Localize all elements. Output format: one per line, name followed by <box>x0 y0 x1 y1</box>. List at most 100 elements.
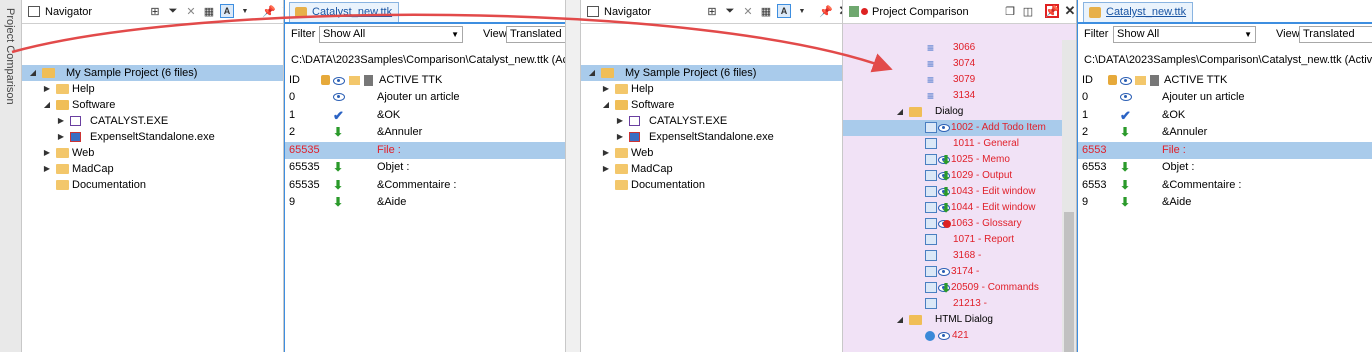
comparison-item-label: 21213 - <box>953 298 987 309</box>
side-tab-project-comparison[interactable]: Project Comparison <box>0 0 22 352</box>
table-row[interactable]: 1 ✔ &OK <box>285 107 565 124</box>
table-row[interactable]: 0 Ajouter un article <box>285 89 565 106</box>
expanded-chevron-icon[interactable]: ◢ <box>895 312 905 328</box>
comparison-item[interactable]: ⬇ 1029 - Output <box>843 168 1063 184</box>
table-row[interactable]: 2 ⬇ &Annuler <box>1078 124 1372 141</box>
left-view-select[interactable]: Translated <box>506 26 565 43</box>
font-icon[interactable]: A <box>220 4 234 18</box>
collapsed-chevron-icon[interactable]: ▶ <box>42 81 52 97</box>
dialog-icon <box>925 234 937 245</box>
pin-icon[interactable]: 📌 <box>819 4 833 18</box>
tree-node[interactable]: ▶ CATALYST.EXE <box>581 113 842 129</box>
expanded-chevron-icon[interactable]: ◢ <box>28 65 38 81</box>
font-icon[interactable]: A <box>777 4 791 18</box>
comparison-item[interactable]: 3168 - <box>843 248 1063 264</box>
tree-structure-icon[interactable]: ⊞ <box>148 4 162 18</box>
close-icon[interactable]: ✕ <box>1063 3 1076 18</box>
tree-node[interactable]: ▶ CATALYST.EXE <box>22 113 283 129</box>
comparison-item[interactable]: ≡ 3066 <box>843 40 1063 56</box>
comparison-item[interactable]: ◢ HTML Dialog <box>843 312 1063 328</box>
tree-node[interactable]: ◢ My Sample Project (6 files) <box>581 65 842 81</box>
right-doc-tab[interactable]: Catalyst_new.ttk <box>1083 2 1194 22</box>
collapsed-chevron-icon[interactable]: ▶ <box>42 145 52 161</box>
collapsed-chevron-icon[interactable]: ▶ <box>615 129 625 145</box>
scrollbar[interactable] <box>1062 40 1076 352</box>
table-row[interactable]: 65535 ⬇ Objet : <box>285 159 565 176</box>
left-document-panel: Catalyst_new.ttk Filter Show All ▼ View … <box>284 0 566 352</box>
tree-node[interactable]: ▶ ExpenseltStandalone.exe <box>22 129 283 145</box>
tree-node[interactable]: ▶ Web <box>22 145 283 161</box>
expanded-chevron-icon[interactable]: ◢ <box>587 65 597 81</box>
dropdown-icon[interactable]: ▼ <box>238 4 252 18</box>
comparison-item[interactable]: 3174 - <box>843 264 1063 280</box>
right-filter-select[interactable]: Show All ▼ <box>1113 26 1256 43</box>
right-view-select[interactable]: Translated <box>1299 26 1372 43</box>
expanded-chevron-icon[interactable]: ◢ <box>601 97 611 113</box>
collapsed-chevron-icon[interactable]: ▶ <box>56 129 66 145</box>
table-row[interactable]: 6553 ⬇ Objet : <box>1078 159 1372 176</box>
table-row[interactable]: 65535 ⬇ &Commentaire : <box>285 177 565 194</box>
copy-icon[interactable]: ❐ <box>1003 4 1017 18</box>
expanded-chevron-icon[interactable]: ◢ <box>895 104 905 120</box>
tree-node[interactable]: Documentation <box>581 177 842 193</box>
comparison-item[interactable]: ⬇ 20509 - Commands <box>843 280 1063 296</box>
filter-icon[interactable]: ⏷ <box>723 4 737 18</box>
grid-icon[interactable]: ▦ <box>202 4 216 18</box>
comparison-item[interactable]: ⬇ 1043 - Edit window <box>843 184 1063 200</box>
table-row[interactable]: 6553 ⬇ &Commentaire : <box>1078 177 1372 194</box>
comparison-item[interactable]: 1063 - Glossary <box>843 216 1063 232</box>
left-navigator-panel: Navigator ⊞ ⏷ ✕ ▦ A ▼ 📌 ✕ ◢ My Sample Pro… <box>22 0 284 352</box>
tree-node[interactable]: ▶ MadCap <box>581 161 842 177</box>
filter-icon[interactable]: ⏷ <box>166 4 180 18</box>
expanded-chevron-icon[interactable]: ◢ <box>42 97 52 113</box>
tree-node[interactable]: ◢ Software <box>22 97 283 113</box>
table-row[interactable]: 1 ✔ &OK <box>1078 107 1372 124</box>
tree-structure-icon[interactable]: ⊞ <box>705 4 719 18</box>
clear-icon[interactable]: ✕ <box>741 4 755 18</box>
table-row[interactable]: 9 ⬇ &Aide <box>1078 194 1372 211</box>
checkmark-icon: ✔ <box>1120 108 1131 123</box>
dropdown-icon[interactable]: ▼ <box>795 4 809 18</box>
comparison-item[interactable]: ◢ Dialog <box>843 104 1063 120</box>
pin-icon[interactable]: 📌 <box>262 4 276 18</box>
collapsed-chevron-icon[interactable]: ▶ <box>42 161 52 177</box>
scrollbar-thumb[interactable] <box>1064 212 1074 352</box>
collapsed-chevron-icon[interactable]: ▶ <box>56 113 66 129</box>
row-id: 65535 <box>289 144 320 156</box>
comparison-item[interactable]: 21213 - <box>843 296 1063 312</box>
collapsed-chevron-icon[interactable]: ▶ <box>601 161 611 177</box>
left-doc-tab[interactable]: Catalyst_new.ttk <box>289 2 400 22</box>
comparison-item[interactable]: ≡ 3079 <box>843 72 1063 88</box>
comparison-item[interactable]: ≡ 3074 <box>843 56 1063 72</box>
tree-node[interactable]: ▶ MadCap <box>22 161 283 177</box>
table-row[interactable]: 65535 File : <box>285 142 565 159</box>
tree-node[interactable]: ◢ My Sample Project (6 files) <box>22 65 283 81</box>
clear-icon[interactable]: ✕ <box>184 4 198 18</box>
left-filter-select[interactable]: Show All ▼ <box>319 26 463 43</box>
comparison-item[interactable]: ≡ 3134 <box>843 88 1063 104</box>
tree-node[interactable]: ▶ Web <box>581 145 842 161</box>
compare-icon[interactable]: ◫ <box>1021 4 1035 18</box>
comparison-item[interactable]: 1011 - General <box>843 136 1063 152</box>
comparison-item[interactable]: 1071 - Report <box>843 232 1063 248</box>
table-row[interactable]: 2 ⬇ &Annuler <box>285 124 565 141</box>
table-row[interactable]: 0 Ajouter un article <box>1078 89 1372 106</box>
comparison-item[interactable]: ⬇ 1025 - Memo <box>843 152 1063 168</box>
tree-node[interactable]: ▶ Help <box>581 81 842 97</box>
tree-node[interactable]: ▶ Help <box>22 81 283 97</box>
folder-icon <box>1135 76 1146 85</box>
filter-label: Filter <box>1084 28 1109 40</box>
grid-icon[interactable]: ▦ <box>759 4 773 18</box>
table-row[interactable]: 6553 File : <box>1078 142 1372 159</box>
comparison-item[interactable]: ⬇ 1044 - Edit window <box>843 200 1063 216</box>
table-row[interactable]: 9 ⬇ &Aide <box>285 194 565 211</box>
tree-node[interactable]: ▶ ExpenseltStandalone.exe <box>581 129 842 145</box>
collapsed-chevron-icon[interactable]: ▶ <box>601 81 611 97</box>
pin-icon[interactable]: 📌 <box>1045 4 1059 18</box>
tree-node[interactable]: Documentation <box>22 177 283 193</box>
comparison-item[interactable]: 421 <box>843 328 1063 344</box>
tree-node[interactable]: ◢ Software <box>581 97 842 113</box>
collapsed-chevron-icon[interactable]: ▶ <box>601 145 611 161</box>
comparison-item[interactable]: 1002 - Add Todo Item <box>843 120 1063 136</box>
collapsed-chevron-icon[interactable]: ▶ <box>615 113 625 129</box>
